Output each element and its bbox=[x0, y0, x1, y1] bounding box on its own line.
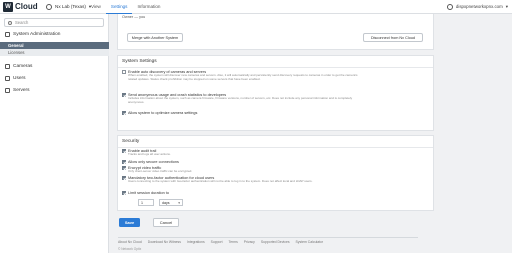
top-bar: W Cloud Nx Lab (Texas) ▾ View Settings I… bbox=[0, 0, 512, 14]
footer-link[interactable]: Support bbox=[211, 240, 223, 244]
disconnect-cloud-button[interactable]: Disconnect from Nx Cloud bbox=[363, 33, 423, 42]
tab-view[interactable]: View bbox=[86, 0, 106, 14]
checkbox[interactable] bbox=[122, 149, 126, 154]
gear-icon bbox=[5, 32, 10, 37]
chevron-down-icon: ▾ bbox=[505, 4, 508, 9]
user-email: dispxpnetworkxpnx.com bbox=[455, 4, 503, 9]
checkbox[interactable] bbox=[122, 93, 126, 98]
option-secure-connections[interactable]: Allow only secure connections bbox=[122, 160, 362, 165]
footer-link[interactable]: Integrations bbox=[187, 240, 205, 244]
sidebar-item-servers[interactable]: Servers bbox=[0, 88, 109, 93]
user-icon bbox=[5, 76, 10, 81]
save-button[interactable]: Save bbox=[119, 218, 140, 227]
tab-settings[interactable]: Settings bbox=[105, 0, 133, 14]
checkbox[interactable] bbox=[122, 111, 126, 116]
brand-name[interactable]: Cloud bbox=[15, 2, 38, 12]
checkbox[interactable] bbox=[122, 176, 126, 181]
session-unit-select[interactable]: days bbox=[159, 199, 183, 206]
system-settings-panel: System Settings Enable auto discovery of… bbox=[117, 55, 434, 131]
checkbox[interactable] bbox=[122, 191, 126, 196]
footer-link[interactable]: About Nx Cloud bbox=[118, 240, 142, 244]
search-icon bbox=[8, 21, 12, 25]
merge-system-button[interactable]: Merge with Another System bbox=[127, 33, 183, 42]
search-input[interactable]: Search bbox=[4, 18, 104, 27]
footer-link[interactable]: System Calculator bbox=[296, 240, 324, 244]
copyright: © Network Optix bbox=[118, 247, 142, 251]
option-label: Allow only secure connections bbox=[128, 160, 179, 164]
user-menu[interactable]: dispxpnetworkxpnx.com ▾ bbox=[446, 2, 508, 12]
option-limit-session[interactable]: Limit session duration to bbox=[122, 191, 362, 196]
sidebar-subitem-general[interactable]: General bbox=[0, 42, 109, 49]
main-content: Owner — you Merge with Another System Di… bbox=[109, 14, 512, 253]
sidebar-item-label: System Administration bbox=[13, 32, 61, 37]
option-description: Tracks and logs all user actions. bbox=[128, 152, 171, 156]
option-send-statistics[interactable]: Send anonymous usage and crash statistic… bbox=[122, 93, 362, 104]
security-panel: Security Enable audit trail Tracks and l… bbox=[117, 135, 434, 211]
checkbox[interactable] bbox=[122, 160, 126, 165]
option-description: Only client-server video traffic can be … bbox=[128, 169, 193, 173]
footer-link[interactable]: Privacy bbox=[244, 240, 255, 244]
system-name: Nx Lab (Texas) bbox=[55, 4, 86, 9]
option-optimize-cameras[interactable]: Allow system to optimize camera settings bbox=[122, 111, 362, 116]
system-selector[interactable]: Nx Lab (Texas) ▾ bbox=[46, 2, 91, 12]
search-placeholder: Search bbox=[15, 20, 29, 25]
option-label: Allow system to optimize camera settings bbox=[128, 111, 198, 115]
logo[interactable]: W bbox=[3, 2, 13, 12]
sidebar-item-label: Cameras bbox=[13, 64, 33, 69]
server-icon bbox=[5, 88, 10, 93]
option-description: Includes information about the system, s… bbox=[128, 96, 353, 104]
tab-information[interactable]: Information bbox=[132, 0, 165, 14]
sidebar-item-users[interactable]: Users bbox=[0, 76, 109, 81]
footer-link[interactable]: Supported Devices bbox=[261, 240, 290, 244]
main-nav: View Settings Information bbox=[86, 0, 165, 14]
checkbox[interactable] bbox=[122, 70, 126, 75]
cancel-button[interactable]: Cancel bbox=[153, 218, 179, 227]
globe-icon bbox=[46, 4, 52, 10]
option-audit-trail[interactable]: Enable audit trail Tracks and logs all u… bbox=[122, 149, 362, 157]
sidebar-subitem-licenses[interactable]: Licenses bbox=[0, 49, 109, 56]
option-two-factor[interactable]: Mandatory two-factor authentication for … bbox=[122, 176, 382, 184]
option-description: Users connecting to the system with two-… bbox=[128, 179, 313, 183]
sidebar-item-system-administration[interactable]: System Administration bbox=[0, 32, 109, 37]
footer-link[interactable]: Download Nx Witness bbox=[148, 240, 181, 244]
sidebar-item-cameras[interactable]: Cameras bbox=[0, 64, 109, 69]
option-label: Limit session duration to bbox=[128, 191, 169, 195]
system-settings-title: System Settings bbox=[118, 56, 433, 68]
footer-links: About Nx Cloud Download Nx Witness Integ… bbox=[118, 237, 418, 244]
camera-icon bbox=[5, 64, 10, 69]
option-encrypt-video[interactable]: Encrypt video traffic Only client-server… bbox=[122, 166, 362, 174]
footer-link[interactable]: Terms bbox=[229, 240, 238, 244]
user-avatar-icon bbox=[446, 4, 453, 10]
sidebar-item-label: Servers bbox=[13, 88, 30, 93]
session-duration-input[interactable]: 1 bbox=[138, 199, 154, 206]
checkbox[interactable] bbox=[122, 166, 126, 171]
owner-text: Owner — you bbox=[122, 15, 146, 19]
sidebar: Search System Administration General Lic… bbox=[0, 14, 109, 253]
option-auto-discovery[interactable]: Enable auto discovery of cameras and ser… bbox=[122, 70, 362, 81]
security-title: Security bbox=[118, 136, 433, 148]
ownership-panel: Owner — you Merge with Another System Di… bbox=[117, 14, 434, 50]
sidebar-item-label: Users bbox=[13, 76, 26, 81]
option-description: When enabled, the system will discover n… bbox=[128, 73, 358, 81]
